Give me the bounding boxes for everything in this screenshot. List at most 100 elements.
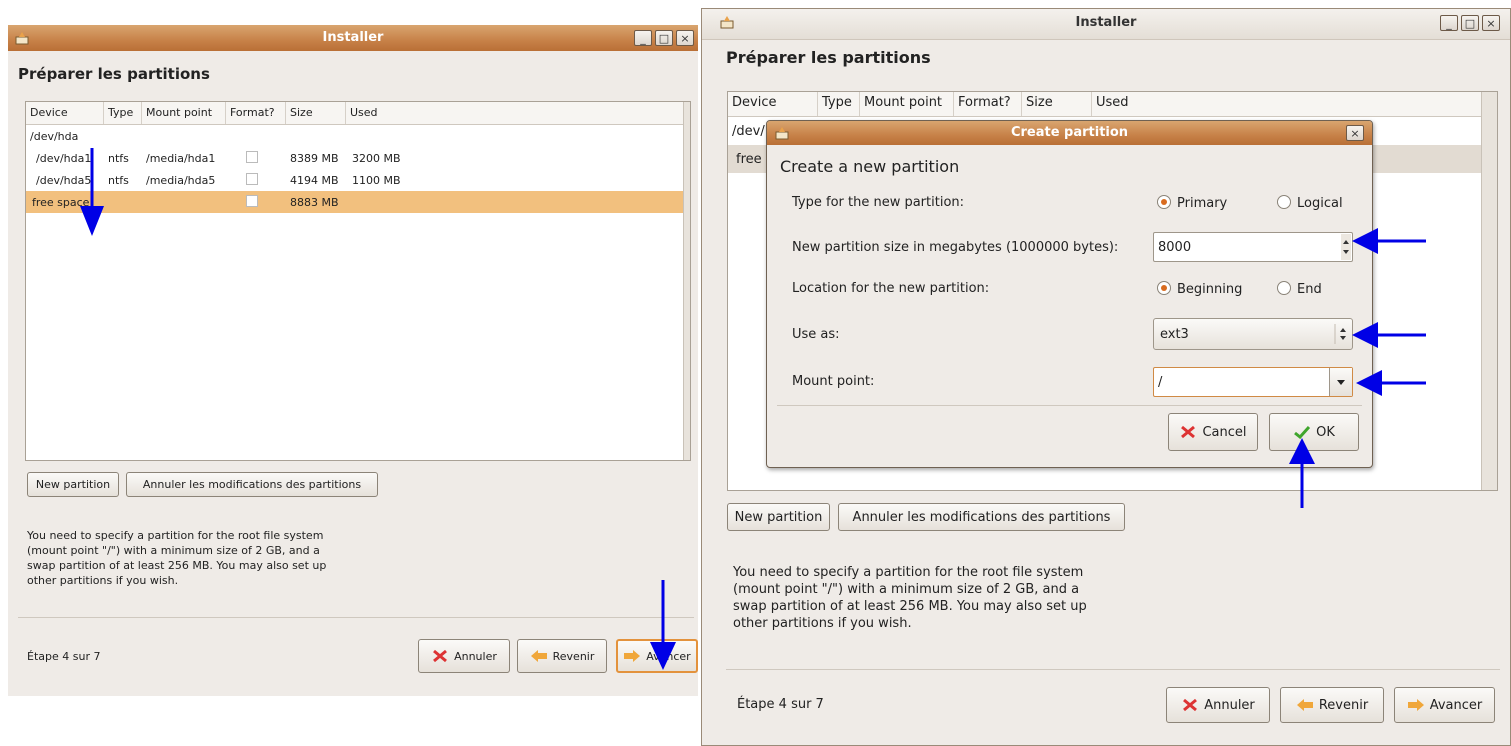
col-size[interactable]: Size <box>1022 92 1092 116</box>
format-checkbox[interactable] <box>246 194 258 207</box>
mount-cell: /media/hda1 <box>146 151 216 165</box>
radio-checked-icon <box>1157 281 1171 295</box>
scrollbar[interactable] <box>683 102 690 460</box>
dialog-separator <box>777 405 1362 406</box>
dialog-titlebar: Create partition × <box>767 121 1372 145</box>
separator <box>18 617 694 618</box>
format-checkbox[interactable] <box>246 150 258 163</box>
location-label: Location for the new partition: <box>792 281 990 296</box>
info-text: You need to specify a partition for the … <box>733 565 1087 631</box>
mount-value: / <box>1158 374 1163 390</box>
back-button[interactable]: Revenir <box>517 639 607 673</box>
col-used[interactable]: Used <box>346 102 416 124</box>
arrow-left-icon <box>530 650 547 662</box>
col-format[interactable]: Format? <box>954 92 1022 116</box>
scrollbar[interactable] <box>1481 92 1497 490</box>
use-as-value: ext3 <box>1160 326 1189 342</box>
table-row[interactable]: /dev/hda5 ntfs /media/hda5 4194 MB 1100 … <box>26 169 690 191</box>
radio-unchecked-icon <box>1277 281 1291 295</box>
step-indicator: Étape 4 sur 7 <box>27 650 101 663</box>
cancel-button[interactable]: Annuler <box>418 639 510 673</box>
size-label: New partition size in megabytes (1000000… <box>792 240 1119 255</box>
undo-changes-button[interactable]: Annuler les modifications des partitions <box>126 472 378 497</box>
left-window-title: Installer <box>322 30 384 45</box>
col-mount[interactable]: Mount point <box>142 102 226 124</box>
separator <box>726 669 1500 670</box>
partition-list-header: Device Type Mount point Format? Size Use… <box>728 92 1497 117</box>
col-device[interactable]: Device <box>728 92 818 116</box>
select-arrows-icon <box>1334 324 1346 344</box>
right-window-title: Installer <box>1075 15 1137 30</box>
col-type[interactable]: Type <box>818 92 860 116</box>
table-row[interactable]: /dev/hda <box>26 125 690 147</box>
col-size[interactable]: Size <box>286 102 346 124</box>
type-primary-radio[interactable]: Primary <box>1157 195 1227 211</box>
device-cell: free space <box>32 195 90 209</box>
maximize-button[interactable]: □ <box>655 30 673 46</box>
format-checkbox[interactable] <box>246 172 258 185</box>
type-logical-radio[interactable]: Logical <box>1277 195 1343 211</box>
table-row[interactable]: /dev/hda1 ntfs /media/hda1 8389 MB 3200 … <box>26 147 690 169</box>
dialog-cancel-button[interactable]: Cancel <box>1168 413 1258 451</box>
new-partition-button[interactable]: New partition <box>27 472 119 497</box>
size-spinbox[interactable]: 8000 <box>1153 232 1353 262</box>
col-mount[interactable]: Mount point <box>860 92 954 116</box>
col-type[interactable]: Type <box>104 102 142 124</box>
mount-point-combo[interactable]: / <box>1153 367 1353 397</box>
left-installer-window: Installer _ □ × Préparer les partitions … <box>8 25 698 696</box>
arrow-right-icon <box>1407 699 1424 711</box>
use-as-label: Use as: <box>792 327 840 342</box>
radio-unchecked-icon <box>1277 195 1291 209</box>
mount-cell: /media/hda5 <box>146 173 216 187</box>
type-cell: ntfs <box>108 173 129 187</box>
device-cell: /dev/hda <box>30 129 79 143</box>
used-cell: 1100 MB <box>352 173 401 187</box>
close-button[interactable]: × <box>1482 15 1500 31</box>
step-indicator: Étape 4 sur 7 <box>737 697 824 712</box>
minimize-button[interactable]: _ <box>634 30 652 46</box>
annotation-arrow <box>1352 228 1426 254</box>
ok-check-icon <box>1294 425 1311 439</box>
partition-list-header: Device Type Mount point Format? Size Use… <box>26 102 690 125</box>
back-button[interactable]: Revenir <box>1280 687 1384 723</box>
radio-checked-icon <box>1157 195 1171 209</box>
annotation-arrow <box>80 148 104 236</box>
col-format[interactable]: Format? <box>226 102 286 124</box>
annotation-arrow <box>1289 438 1315 508</box>
col-device[interactable]: Device <box>26 102 104 124</box>
annotation-arrow <box>650 580 676 670</box>
dialog-close-button[interactable]: × <box>1346 125 1364 141</box>
dialog-title: Create partition <box>1010 125 1129 140</box>
spin-arrows-icon[interactable] <box>1341 234 1351 260</box>
annotation-arrow <box>1352 322 1426 348</box>
close-button[interactable]: × <box>676 30 694 46</box>
minimize-button[interactable]: _ <box>1440 15 1458 31</box>
mount-label: Mount point: <box>792 374 875 389</box>
type-cell: ntfs <box>108 151 129 165</box>
maximize-button[interactable]: □ <box>1461 15 1479 31</box>
partition-list[interactable]: Device Type Mount point Format? Size Use… <box>25 101 691 461</box>
mount-dropdown-button[interactable] <box>1329 368 1352 396</box>
annotation-arrow <box>1356 370 1426 396</box>
undo-changes-button[interactable]: Annuler les modifications des partitions <box>838 503 1125 531</box>
location-beginning-radio[interactable]: Beginning <box>1157 281 1242 297</box>
size-value: 8000 <box>1158 239 1192 255</box>
location-end-radio[interactable]: End <box>1277 281 1322 297</box>
col-used[interactable]: Used <box>1092 92 1162 116</box>
arrow-right-icon <box>624 650 641 662</box>
size-cell: 8883 MB <box>290 195 339 209</box>
cancel-icon <box>433 649 448 663</box>
right-titlebar: Installer _ □ × <box>702 9 1510 40</box>
table-row-selected[interactable]: free space 8883 MB <box>26 191 690 213</box>
cancel-button[interactable]: Annuler <box>1166 687 1270 723</box>
info-text: You need to specify a partition for the … <box>27 529 327 587</box>
arrow-left-icon <box>1296 699 1313 711</box>
cancel-icon <box>1183 698 1198 712</box>
forward-button[interactable]: Avancer <box>1394 687 1495 723</box>
used-cell: 3200 MB <box>352 151 401 165</box>
use-as-select[interactable]: ext3 <box>1153 318 1353 350</box>
type-label: Type for the new partition: <box>792 195 965 210</box>
page-title: Préparer les partitions <box>18 65 210 83</box>
new-partition-button[interactable]: New partition <box>727 503 830 531</box>
left-titlebar: Installer _ □ × <box>8 25 698 51</box>
